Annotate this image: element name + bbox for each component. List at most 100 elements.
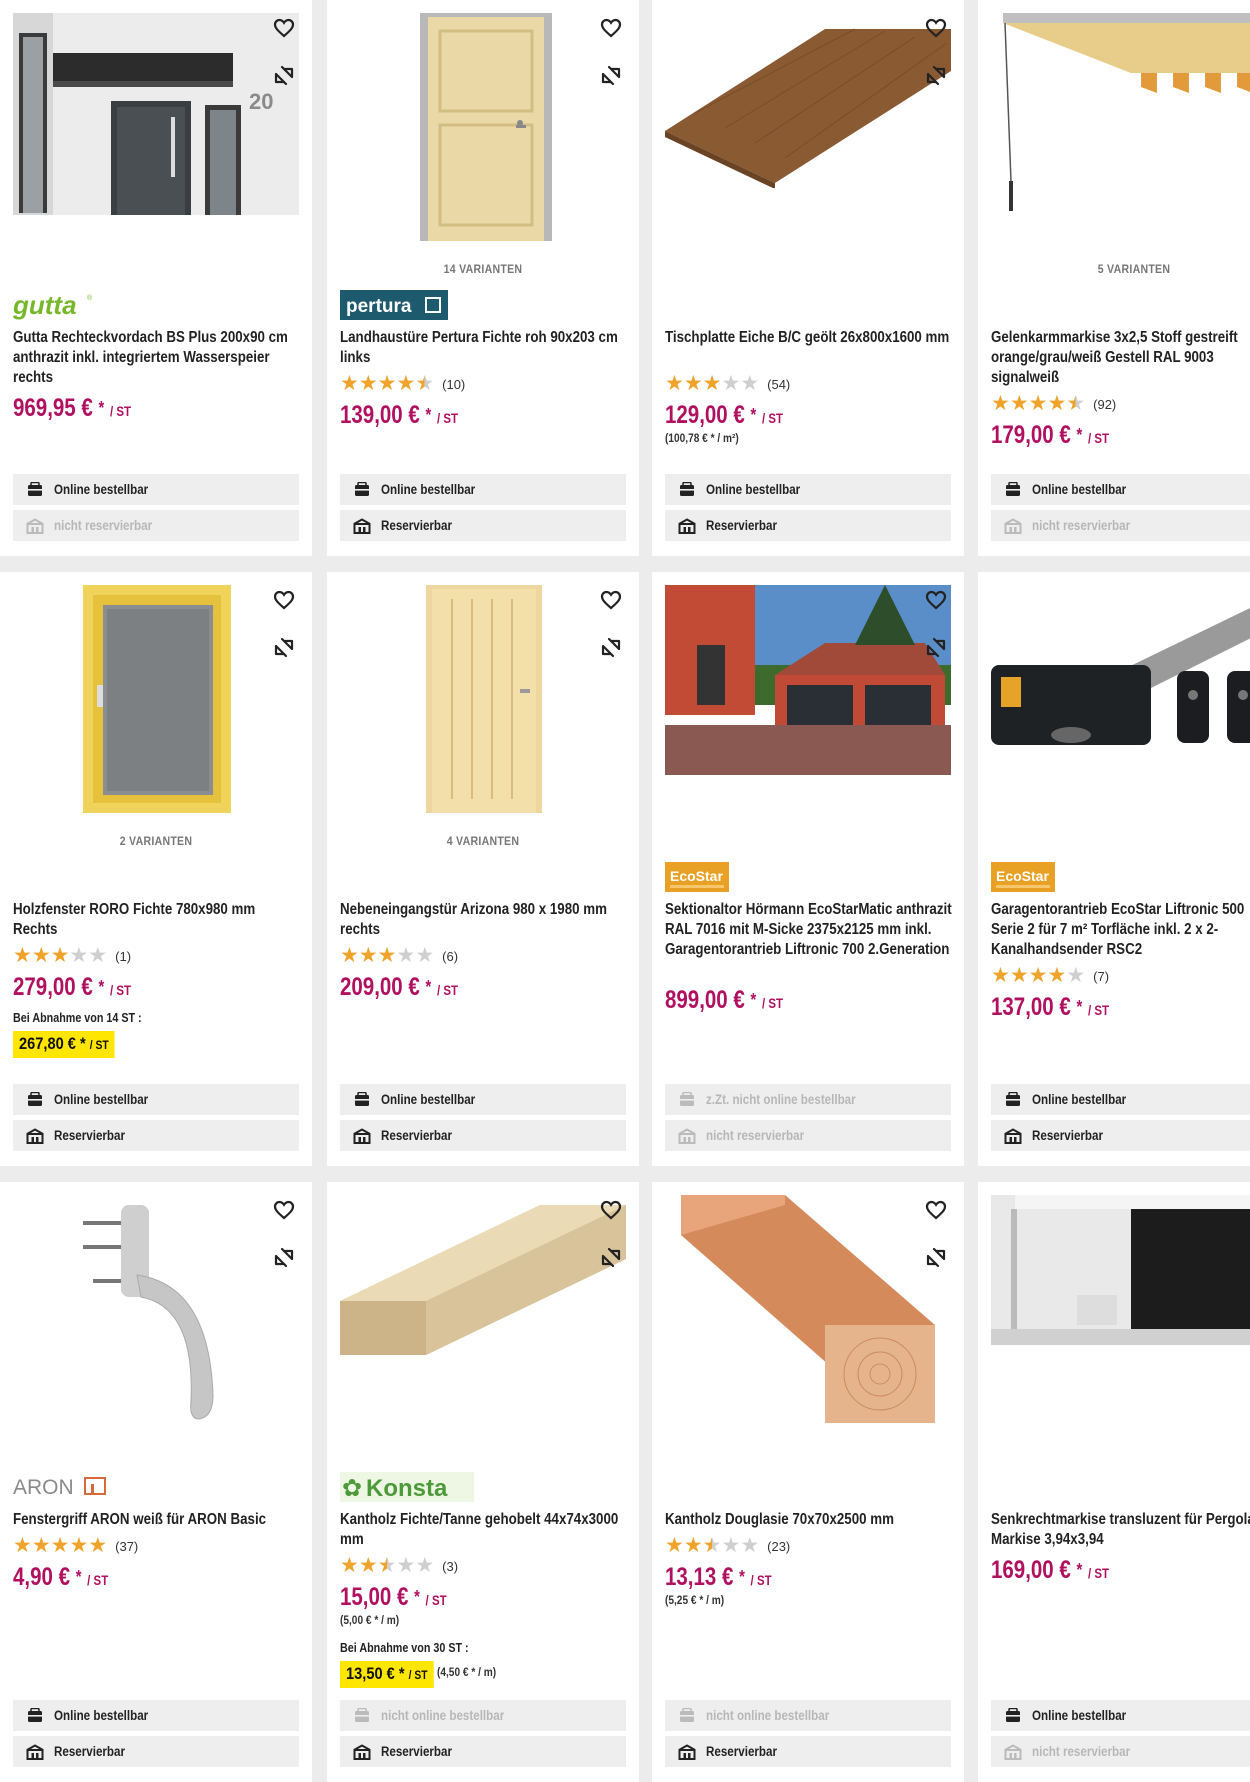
- price-value: 4,90 €: [13, 1563, 71, 1591]
- product-card[interactable]: Senkrechtmarkise transluzent für Pergola…: [978, 1182, 1250, 1782]
- variants-count[interactable]: 5 VARIANTEN: [997, 262, 1250, 276]
- price-value: 279,00 €: [13, 973, 93, 1001]
- product-image[interactable]: [665, 585, 951, 813]
- online-availability: Online bestellbar: [340, 474, 626, 505]
- rating[interactable]: ★★★★★ (37): [13, 1535, 139, 1556]
- wishlist-heart-icon[interactable]: [597, 14, 625, 42]
- rating[interactable]: ★★★★★ (6): [340, 945, 458, 966]
- price: 139,00 € * / ST: [340, 401, 459, 429]
- product-image[interactable]: [340, 13, 626, 241]
- review-count: (37): [115, 1538, 139, 1554]
- compare-arrows-icon[interactable]: [597, 634, 625, 662]
- product-card[interactable]: 14 VARIANTEN pertura Landhaustüre Pertura …: [327, 0, 639, 556]
- product-image[interactable]: [991, 585, 1250, 813]
- online-availability: z.Zt. nicht online bestellbar: [665, 1084, 951, 1115]
- product-image[interactable]: [340, 585, 626, 813]
- price: 15,00 € * / ST: [340, 1583, 447, 1611]
- price-value: 137,00 €: [991, 993, 1071, 1021]
- product-title[interactable]: Garagentorantrieb EcoStar Liftronic 500 …: [991, 900, 1250, 960]
- wishlist-heart-icon[interactable]: [922, 1196, 950, 1224]
- product-card[interactable]: 20 gutta ® Gutta Rechteckvordach BS Plus 20…: [0, 0, 312, 556]
- wishlist-heart-icon[interactable]: [270, 14, 298, 42]
- rating[interactable]: ★★★★★ (1): [13, 945, 131, 966]
- wishlist-heart-icon[interactable]: [922, 586, 950, 614]
- product-title[interactable]: Kantholz Douglasie 70x70x2500 mm: [665, 1510, 953, 1530]
- product-title[interactable]: Tischplatte Eiche B/C geölt 26x800x1600 …: [665, 328, 953, 348]
- reserve-availability: nicht reservierbar: [13, 510, 299, 541]
- svg-text:20: 20: [249, 89, 273, 114]
- product-image[interactable]: [991, 1195, 1250, 1425]
- online-availability: Online bestellbar: [991, 1700, 1250, 1731]
- rating[interactable]: ★★★★★ (23): [665, 1535, 790, 1556]
- delivery-truck-icon: [26, 481, 44, 499]
- price: 169,00 € * / ST: [991, 1556, 1110, 1584]
- wishlist-heart-icon[interactable]: [922, 14, 950, 42]
- store-icon: [26, 517, 44, 535]
- compare-arrows-icon[interactable]: [597, 62, 625, 90]
- compare-arrows-icon[interactable]: [597, 1244, 625, 1272]
- product-title[interactable]: Fenstergriff ARON weiß für ARON Basic: [13, 1510, 301, 1530]
- compare-arrows-icon[interactable]: [270, 1244, 298, 1272]
- bulk-price: 267,80 € * / ST: [13, 1031, 115, 1058]
- product-title[interactable]: Sektionaltor Hörmann EcoStarMatic anthra…: [665, 900, 953, 960]
- delivery-truck-icon: [678, 481, 696, 499]
- compare-arrows-icon[interactable]: [270, 634, 298, 662]
- product-title[interactable]: Holzfenster RORO Fichte 780x980 mm Recht…: [13, 900, 301, 940]
- delivery-truck-icon: [353, 481, 371, 499]
- price-unit: / ST: [109, 982, 132, 998]
- price-value: 169,00 €: [991, 1556, 1071, 1584]
- product-image[interactable]: [13, 585, 299, 813]
- wishlist-heart-icon[interactable]: [270, 1196, 298, 1224]
- product-card[interactable]: 2 VARIANTEN Holzfenster RORO Fichte 780x9…: [0, 572, 312, 1166]
- product-image[interactable]: 20: [13, 13, 299, 241]
- reserve-availability: Reservierbar: [991, 1120, 1250, 1151]
- online-availability: Online bestellbar: [13, 1084, 299, 1115]
- rating[interactable]: ★★★★★ (10): [340, 373, 465, 394]
- price-unit: / ST: [436, 982, 459, 998]
- price-unit: / ST: [425, 1592, 447, 1608]
- product-title[interactable]: Senkrechtmarkise transluzent für Pergola…: [991, 1510, 1250, 1550]
- price: 137,00 € * / ST: [991, 993, 1110, 1021]
- brand-logo: EcoStar: [665, 862, 729, 894]
- wishlist-heart-icon[interactable]: [597, 1196, 625, 1224]
- product-image[interactable]: [13, 1195, 299, 1425]
- rating[interactable]: ★★★★★ (54): [665, 373, 790, 394]
- store-icon: [678, 1743, 696, 1761]
- product-title[interactable]: Gutta Rechteckvordach BS Plus 200x90 cm …: [13, 328, 301, 388]
- product-title[interactable]: Kantholz Fichte/Tanne gehobelt 44x74x300…: [340, 1510, 628, 1550]
- review-count: (92): [1093, 396, 1117, 412]
- product-card[interactable]: ARON Fenstergriff ARON weiß für ARON Basi…: [0, 1182, 312, 1782]
- product-image[interactable]: [665, 13, 951, 241]
- product-card[interactable]: EcoStar Sektionaltor Hörmann EcoStarMatic…: [652, 572, 964, 1166]
- product-title[interactable]: Gelenkarmmarkise 3x2,5 Stoff gestreift o…: [991, 328, 1250, 388]
- rating[interactable]: ★★★★★ (7): [991, 965, 1109, 986]
- product-card[interactable]: 4 VARIANTEN Nebeneingangstür Arizona 980 …: [327, 572, 639, 1166]
- product-image[interactable]: [340, 1195, 626, 1425]
- variants-count[interactable]: 2 VARIANTEN: [19, 834, 294, 848]
- product-card[interactable]: EcoStar Garagentorantrieb EcoStar Liftron…: [978, 572, 1250, 1166]
- compare-arrows-icon[interactable]: [922, 634, 950, 662]
- product-card[interactable]: Tischplatte Eiche B/C geölt 26x800x1600 …: [652, 0, 964, 556]
- wishlist-heart-icon[interactable]: [597, 586, 625, 614]
- price-unit: / ST: [761, 410, 784, 426]
- product-card[interactable]: Kantholz Douglasie 70x70x2500 mm ★★★★★ (23…: [652, 1182, 964, 1782]
- variants-count[interactable]: 4 VARIANTEN: [346, 834, 621, 848]
- svg-text:®: ®: [87, 294, 93, 302]
- product-image[interactable]: [665, 1195, 951, 1425]
- rating[interactable]: ★★★★★ (3): [340, 1555, 458, 1576]
- compare-arrows-icon[interactable]: [270, 62, 298, 90]
- product-card[interactable]: 5 VARIANTEN Gelenkarmmarkise 3x2,5 Stoff …: [978, 0, 1250, 556]
- delivery-truck-icon: [678, 1707, 696, 1725]
- compare-arrows-icon[interactable]: [922, 1244, 950, 1272]
- variants-count[interactable]: 14 VARIANTEN: [346, 262, 621, 276]
- compare-arrows-icon[interactable]: [922, 62, 950, 90]
- online-availability: Online bestellbar: [340, 1084, 626, 1115]
- brand-logo: EcoStar: [991, 862, 1055, 894]
- wishlist-heart-icon[interactable]: [270, 586, 298, 614]
- product-title[interactable]: Landhaustüre Pertura Fichte roh 90x203 c…: [340, 328, 628, 368]
- product-title[interactable]: Nebeneingangstür Arizona 980 x 1980 mm r…: [340, 900, 628, 940]
- product-card[interactable]: ✿ Konsta Kantholz Fichte/Tanne gehobelt 44…: [327, 1182, 639, 1782]
- product-image[interactable]: [991, 13, 1250, 241]
- rating[interactable]: ★★★★★ (92): [991, 393, 1117, 414]
- store-icon: [26, 1127, 44, 1145]
